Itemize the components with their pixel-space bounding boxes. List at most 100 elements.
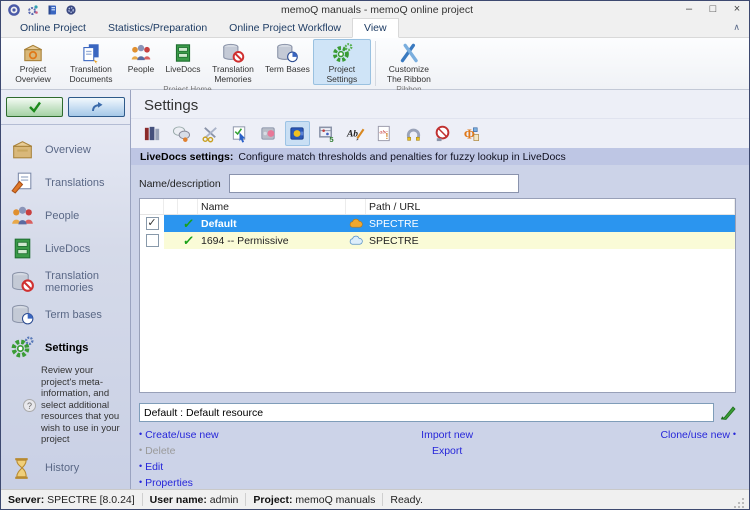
window-title: memoQ manuals - memoQ online project xyxy=(77,4,677,16)
settings-tab-autocorrect[interactable]: Ab xyxy=(343,121,368,146)
livedocs-button[interactable]: LiveDocs xyxy=(162,39,204,85)
tm-settings-icon xyxy=(259,124,278,143)
sync-gear-icon[interactable] xyxy=(27,4,39,16)
ribbon-group-divider xyxy=(375,41,376,86)
translation-memories-icon xyxy=(9,268,36,295)
tab-online-project[interactable]: Online Project xyxy=(9,19,97,37)
sidebar-item-people[interactable]: People xyxy=(1,199,130,232)
project-overview-icon xyxy=(21,41,45,65)
livedocs-icon xyxy=(9,235,36,262)
notebook-icon[interactable] xyxy=(46,4,58,16)
server-value: SPECTRE [8.0.24] xyxy=(47,494,135,506)
ribbon-button-label: Customize The Ribbon xyxy=(383,65,435,84)
column-header-path[interactable]: Path / URL xyxy=(366,199,735,214)
back-button[interactable] xyxy=(68,97,125,117)
settings-tab-segmentation-rules[interactable] xyxy=(198,121,223,146)
settings-tab-ignore-lists[interactable]: abc! xyxy=(372,121,397,146)
create-use-new-link[interactable]: • Create/use new xyxy=(139,429,351,441)
settings-tab-communication[interactable] xyxy=(169,121,194,146)
project-overview-button[interactable]: Project Overview xyxy=(4,39,62,85)
resource-path: SPECTRE xyxy=(366,215,735,232)
import-new-link[interactable]: Import new xyxy=(421,429,473,441)
ribbon-button-label: People xyxy=(128,65,154,75)
sidebar-item-label: LiveDocs xyxy=(45,243,90,255)
settings-tab-general[interactable] xyxy=(140,121,165,146)
svg-text:Ab: Ab xyxy=(346,129,358,139)
info-bar-label: LiveDocs settings: xyxy=(140,151,233,163)
status-ready: Ready. xyxy=(390,494,423,506)
minimize-button[interactable]: – xyxy=(677,1,701,19)
people-icon xyxy=(9,202,36,229)
sidebar-item-settings[interactable]: Settings xyxy=(1,331,130,364)
spelling-icon xyxy=(404,124,423,143)
table-row[interactable]: ✓ 1694 -- Permissive SPECTRE xyxy=(140,232,735,249)
edit-resource-icon[interactable] xyxy=(719,404,736,421)
translation-documents-button[interactable]: Translation Documents xyxy=(62,39,120,85)
qa-settings-icon xyxy=(230,124,249,143)
clone-use-new-link[interactable]: Clone/use new • xyxy=(660,429,736,441)
properties-link[interactable]: • Properties xyxy=(139,477,351,489)
status-separator xyxy=(245,493,246,506)
edit-link[interactable]: • Edit xyxy=(139,461,351,473)
people-button[interactable]: People xyxy=(120,39,162,85)
delete-link[interactable]: • Delete xyxy=(139,445,351,457)
row-checkbox-unchecked[interactable] xyxy=(146,234,159,247)
sidebar-item-history[interactable]: History xyxy=(1,452,130,485)
tab-online-project-workflow[interactable]: Online Project Workflow xyxy=(218,19,352,37)
filter-input[interactable] xyxy=(229,174,519,193)
maximize-button[interactable]: □ xyxy=(701,1,725,19)
memoq-logo-icon[interactable] xyxy=(8,4,20,16)
collapse-ribbon-icon[interactable]: ∧ xyxy=(733,23,740,32)
sidebar-item-label: Translation memories xyxy=(45,270,128,294)
settings-tab-font-substitution[interactable] xyxy=(430,121,455,146)
server-gear-icon[interactable] xyxy=(65,4,77,16)
livedocs-settings-icon xyxy=(288,124,307,143)
sidebar-item-translation-memories[interactable]: Translation memories xyxy=(1,265,130,298)
resource-name: 1694 -- Permissive xyxy=(198,232,346,249)
term-bases-button[interactable]: Term Bases xyxy=(262,39,313,85)
help-icon: ? xyxy=(23,399,36,412)
sidebar-item-livedocs[interactable]: LiveDocs xyxy=(1,232,130,265)
settings-tab-tm-settings[interactable] xyxy=(256,121,281,146)
svg-text:5: 5 xyxy=(329,135,334,143)
export-link[interactable]: Export xyxy=(432,445,462,457)
sidebar: Overview Translations People LiveDocs Tr… xyxy=(1,90,131,489)
ignore-lists-icon: abc! xyxy=(375,124,394,143)
settings-tab-livedocs-settings[interactable] xyxy=(285,121,310,146)
resize-grip[interactable] xyxy=(733,497,745,509)
enabled-check-icon: ✓ xyxy=(181,233,194,249)
project-label: Project: xyxy=(253,494,292,506)
translation-memories-button[interactable]: Translation Memories xyxy=(204,39,262,85)
settings-tab-auto-translation-rules[interactable]: 5 xyxy=(314,121,339,146)
status-bar: Server: SPECTRE [8.0.24] User name: admi… xyxy=(1,489,749,509)
ribbon-button-label: Translation Documents xyxy=(65,65,117,84)
project-settings-button[interactable]: Project Settings xyxy=(313,39,371,85)
settings-tab-spelling[interactable] xyxy=(401,121,426,146)
ribbon-button-label: Project Overview xyxy=(7,65,59,84)
history-icon xyxy=(9,455,36,482)
window-controls: – □ × xyxy=(677,1,749,19)
ribbon: Project Overview Translation Documents P… xyxy=(1,38,749,90)
close-button[interactable]: × xyxy=(725,1,749,19)
selected-resource-field[interactable] xyxy=(139,403,714,422)
settings-tab-qa-settings[interactable] xyxy=(227,121,252,146)
tab-statistics-preparation[interactable]: Statistics/Preparation xyxy=(97,19,218,37)
svg-text:!: ! xyxy=(385,131,388,141)
general-settings-icon xyxy=(143,124,162,143)
sidebar-item-term-bases[interactable]: Term bases xyxy=(1,298,130,331)
project-settings-icon xyxy=(330,41,354,65)
enabled-check-icon: ✓ xyxy=(181,216,194,232)
customize-ribbon-button[interactable]: Customize The Ribbon xyxy=(380,39,438,85)
row-checkbox-checked[interactable]: ✓ xyxy=(146,217,159,230)
column-header-name[interactable]: Name xyxy=(198,199,346,214)
table-header: Name Path / URL xyxy=(140,199,735,215)
sidebar-item-label: Overview xyxy=(45,144,91,156)
ribbon-button-label: Translation Memories xyxy=(207,65,259,84)
apply-button[interactable] xyxy=(6,97,63,117)
tab-view[interactable]: View xyxy=(352,18,399,38)
sidebar-item-translations[interactable]: Translations xyxy=(1,166,130,199)
settings-tab-non-translatables[interactable]: Φ xyxy=(459,121,484,146)
translation-memories-icon xyxy=(221,41,245,65)
table-row[interactable]: ✓ ✓ Default SPECTRE xyxy=(140,215,735,232)
sidebar-item-overview[interactable]: Overview xyxy=(1,133,130,166)
